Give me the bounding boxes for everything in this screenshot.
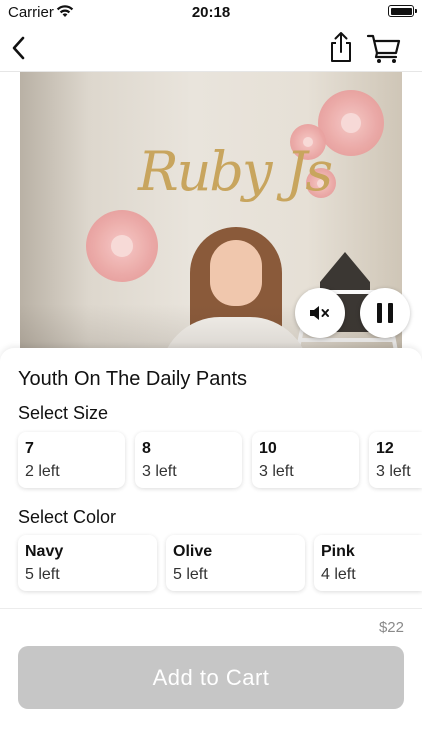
clock: 20:18 [191, 4, 231, 21]
cart-icon[interactable] [366, 32, 402, 64]
pause-button[interactable] [360, 288, 410, 338]
navigation-bar [0, 26, 422, 72]
model-face [210, 240, 262, 306]
size-name: 8 [142, 440, 151, 457]
size-stock: 3 left [259, 463, 294, 480]
wall-sign: Ruby Js [138, 140, 333, 203]
size-option[interactable]: 12 3 left [369, 432, 422, 488]
color-name: Pink [321, 543, 355, 560]
color-stock: 4 left [321, 566, 356, 583]
size-name: 10 [259, 440, 277, 457]
color-name: Olive [173, 543, 213, 560]
color-section-label: Select Color [18, 507, 117, 527]
size-name: 12 [376, 440, 394, 457]
status-bar: Carrier 20:18 [0, 0, 422, 26]
add-to-cart-button[interactable]: Add to Cart [18, 646, 404, 709]
divider [0, 608, 422, 609]
size-section-label: Select Size [18, 403, 109, 423]
share-icon[interactable] [326, 30, 356, 64]
color-option[interactable]: Navy 5 left [18, 535, 157, 591]
back-chevron-icon[interactable] [6, 33, 34, 63]
battery-icon [388, 5, 417, 17]
size-stock: 2 left [25, 463, 60, 480]
product-options-sheet: Youth On The Daily Pants Select Size 7 2… [0, 348, 422, 750]
color-name: Navy [25, 543, 64, 560]
size-option[interactable]: 7 2 left [18, 432, 125, 488]
color-option[interactable]: Olive 5 left [166, 535, 305, 591]
speaker-muted-icon [310, 306, 329, 320]
color-stock: 5 left [25, 566, 60, 583]
color-option[interactable]: Pink 4 left [314, 535, 422, 591]
paper-flower [86, 210, 158, 282]
size-option[interactable]: 10 3 left [252, 432, 359, 488]
pause-icon [377, 303, 393, 323]
size-name: 7 [25, 440, 34, 457]
price-label: $22 [378, 619, 404, 636]
size-stock: 3 left [376, 463, 411, 480]
product-title: Youth On The Daily Pants [18, 368, 248, 390]
color-stock: 5 left [173, 566, 208, 583]
size-option[interactable]: 8 3 left [135, 432, 242, 488]
size-stock: 3 left [142, 463, 177, 480]
mute-button[interactable] [295, 288, 345, 338]
